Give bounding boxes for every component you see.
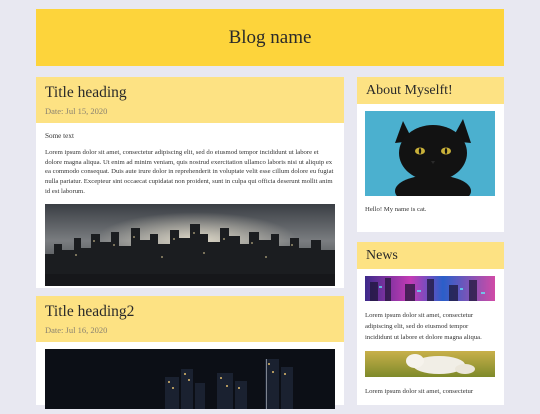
cat-photo: [365, 111, 495, 196]
post-header: Title heading Date: Jul 15, 2020: [36, 77, 344, 123]
news-item-text: Lorem ipsum dolor sit amet, consectetur: [365, 388, 474, 395]
post-date: Date: Jul 15, 2020: [45, 106, 108, 116]
post-title[interactable]: Title heading: [45, 83, 335, 103]
post-text: Lorem ipsum dolor sit amet, consectetur …: [45, 149, 334, 195]
news-body: Lorem ipsum dolor sit amet, consectetur …: [357, 269, 504, 405]
about-heading: About Myselft!: [357, 77, 504, 104]
post-subtitle: Some text: [45, 132, 74, 140]
news-card: News Lorem ipsum dolor sit amet, consect…: [357, 242, 504, 405]
blog-post: Title heading2 Date: Jul 16, 2020: [36, 296, 344, 409]
about-body: Hello! My name is cat.: [357, 104, 504, 223]
post-date: Date: Jul 16, 2020: [45, 325, 108, 335]
about-text: Hello! My name is cat.: [365, 206, 427, 213]
post-body: Some text Lorem ipsum dolor sit amet, co…: [36, 123, 344, 286]
post-body: [36, 342, 344, 414]
blog-post: Title heading Date: Jul 15, 2020 Some te…: [36, 77, 344, 288]
post-header: Title heading2 Date: Jul 16, 2020: [36, 296, 344, 342]
news-heading: News: [357, 242, 504, 269]
city-night-image: [45, 203, 335, 286]
about-card: About Myselft! Hello! My name is cat.: [357, 77, 504, 232]
blog-name: Blog name: [228, 26, 312, 48]
neon-city-image: [365, 276, 495, 301]
dog-field-image: [365, 351, 495, 377]
post-title[interactable]: Title heading2: [45, 302, 335, 322]
city-skyscrapers-image: [45, 349, 335, 409]
blog-header: Blog name: [36, 9, 504, 66]
news-item-text: Lorem ipsum dolor sit amet, consectetur …: [365, 312, 482, 341]
